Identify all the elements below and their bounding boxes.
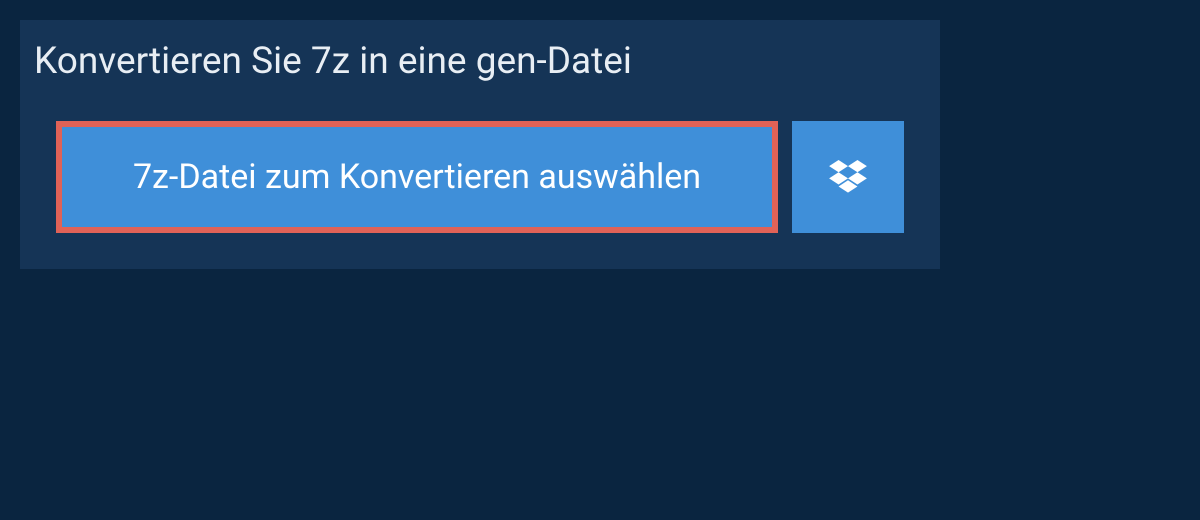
- converter-panel: Konvertieren Sie 7z in eine gen-Datei 7z…: [20, 20, 940, 269]
- select-file-button[interactable]: 7z-Datei zum Konvertieren auswählen: [56, 121, 778, 233]
- select-file-label: 7z-Datei zum Konvertieren auswählen: [133, 157, 701, 197]
- button-row: 7z-Datei zum Konvertieren auswählen: [20, 107, 940, 269]
- page-title: Konvertieren Sie 7z in eine gen-Datei: [20, 20, 660, 107]
- dropbox-icon: [829, 160, 867, 194]
- dropbox-button[interactable]: [792, 121, 904, 233]
